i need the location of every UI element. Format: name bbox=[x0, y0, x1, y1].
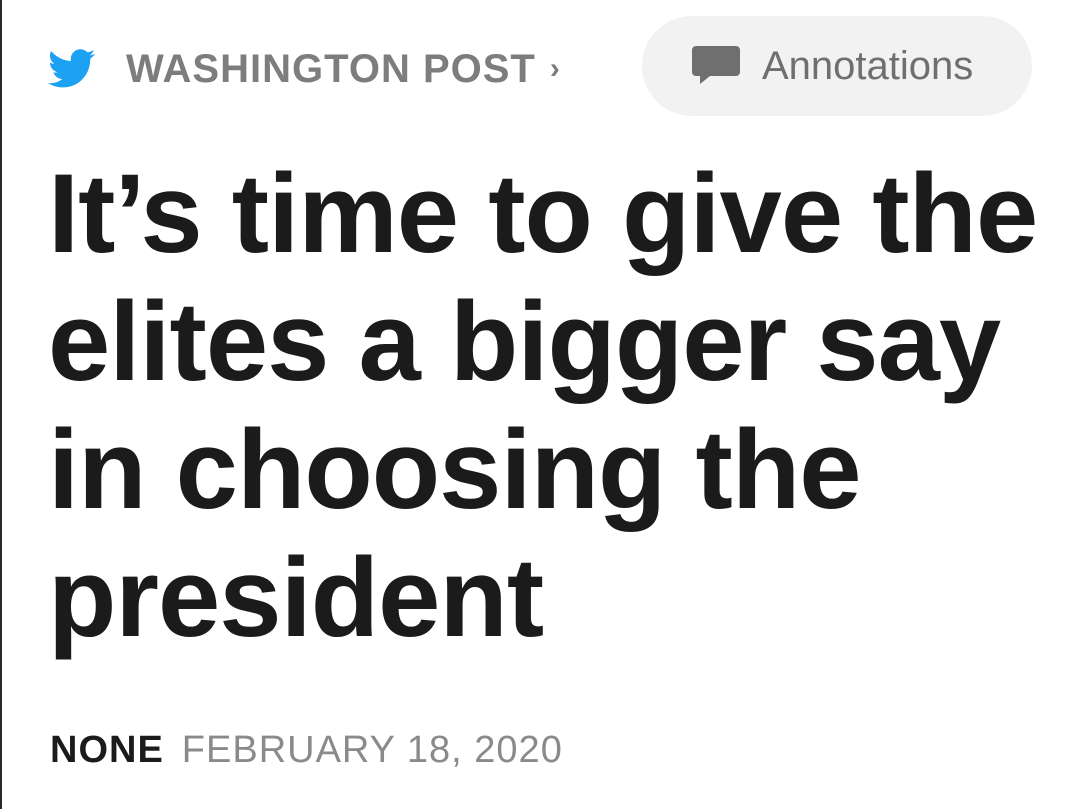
byline: NONE FEBRUARY 18, 2020 bbox=[50, 725, 563, 775]
left-border bbox=[0, 0, 2, 809]
twitter-bird-icon bbox=[48, 49, 96, 89]
article-headline: It’s time to give the elites a bigger sa… bbox=[48, 151, 1038, 660]
author-name: NONE bbox=[50, 728, 164, 771]
annotations-button[interactable]: Annotations bbox=[642, 16, 1032, 116]
publish-date: FEBRUARY 18, 2020 bbox=[181, 728, 563, 771]
source-link[interactable]: WASHINGTON POST › bbox=[48, 43, 560, 95]
annotations-label: Annotations bbox=[762, 44, 974, 88]
chevron-right-icon: › bbox=[549, 52, 560, 85]
source-name: WASHINGTON POST bbox=[126, 47, 536, 91]
comment-icon bbox=[692, 46, 740, 86]
